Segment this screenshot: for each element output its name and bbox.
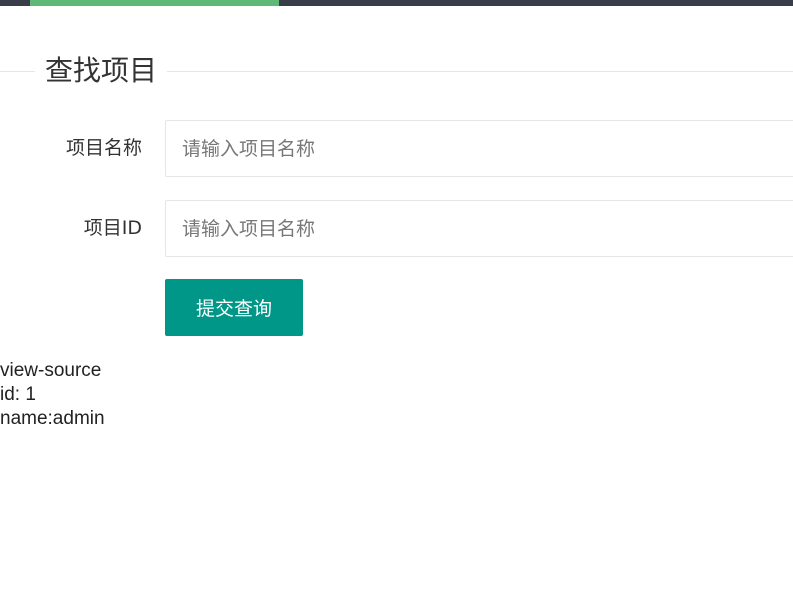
top-nav-active-indicator [30,0,279,6]
output-line-name: name:admin [0,408,105,429]
project-id-label: 项目ID [83,217,142,239]
output-line-source: view-source [0,360,102,381]
form-row-project-name: 项目名称 [0,120,793,177]
fieldset-title: 查找项目 [35,50,168,92]
project-id-input[interactable] [165,200,793,257]
form-row-project-id: 项目ID [0,200,793,257]
project-name-input[interactable] [165,120,793,177]
output-line-id: id: 1 [0,384,36,405]
project-name-label: 项目名称 [65,137,142,159]
submit-query-button[interactable]: 提交查询 [165,279,303,336]
query-output: view-source id: 1 name:admin [0,359,105,431]
